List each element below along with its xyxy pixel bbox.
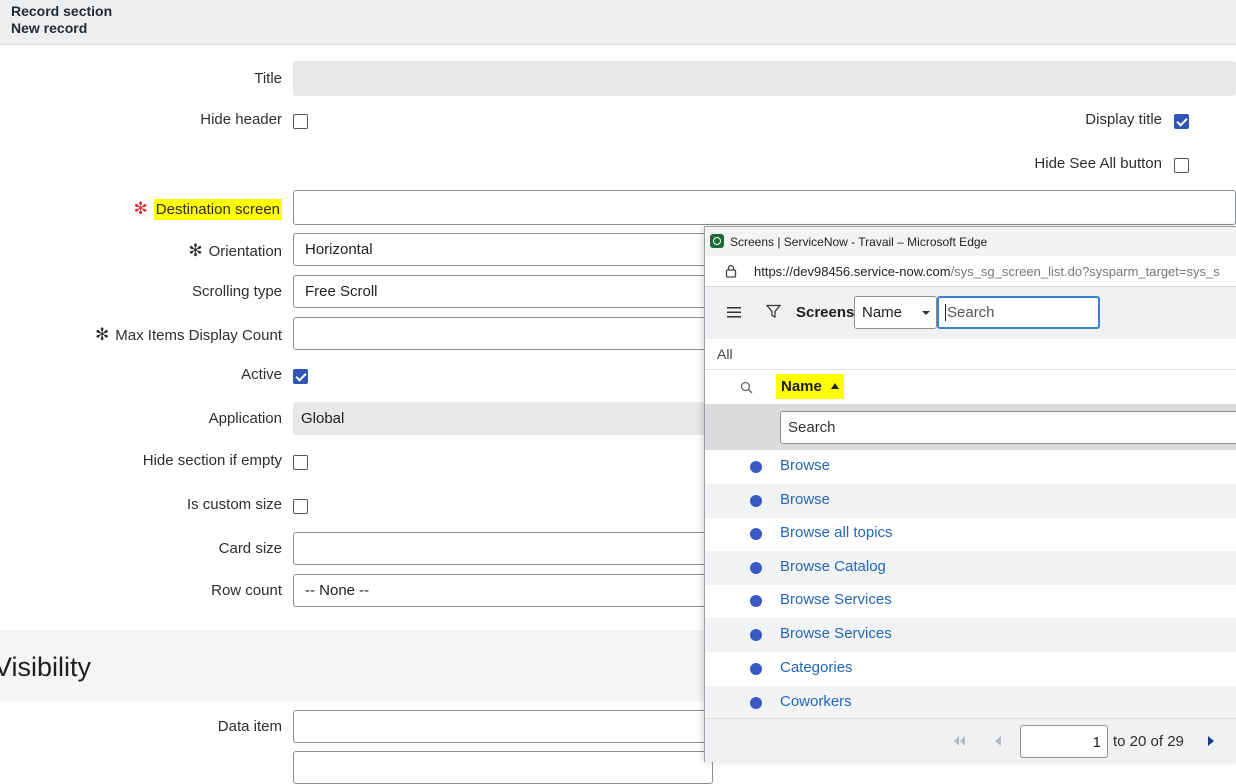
list-item: Coworkers [705, 686, 1236, 720]
hide-header-label: Hide header [200, 111, 282, 128]
display-title-checkbox[interactable] [1174, 114, 1189, 129]
breadcrumb: All [705, 339, 1236, 370]
list-item: Categories [705, 652, 1236, 686]
hide-header-checkbox[interactable] [293, 114, 308, 129]
title-label: Title [254, 70, 282, 87]
url-host: https://dev98456.service-now.com [754, 264, 951, 279]
required-icon: ✻ [133, 199, 148, 218]
breadcrumb-all[interactable]: All [717, 346, 733, 362]
column-header-row: Name [705, 370, 1236, 404]
list-item: Browse [705, 450, 1236, 484]
max-items-field[interactable] [293, 317, 713, 350]
list-item-link[interactable]: Categories [780, 659, 853, 676]
previous-page-icon[interactable] [994, 736, 1002, 746]
list-toolbar: Screens Name Search [705, 287, 1236, 339]
screens-popup-window: Screens | ServiceNow - Travail – Microso… [704, 226, 1236, 762]
url-path: /sys_sg_screen_list.do?sysparm_target=sy… [950, 264, 1220, 279]
visibility-title: Visibility [0, 652, 92, 682]
title-field[interactable] [293, 61, 1236, 96]
scrolling-type-label: Scrolling type [191, 283, 282, 300]
field-select-value: Name [862, 304, 903, 321]
pagination-footer: 1 to 20 of 29 [705, 718, 1236, 762]
list-item: Browse [705, 484, 1236, 518]
header-record-section: Record section [11, 3, 113, 19]
card-size-label: Card size [218, 540, 282, 557]
list-item: Browse Catalog [705, 551, 1236, 585]
column-search-input[interactable]: Search [780, 411, 1236, 444]
hide-empty-checkbox[interactable] [293, 455, 308, 470]
custom-size-label: Is custom size [186, 496, 282, 513]
record-dot-icon [750, 495, 762, 507]
popup-titlebar: Screens | ServiceNow - Travail – Microso… [705, 227, 1236, 256]
required-icon: ✻ [95, 325, 110, 344]
scrolling-type-select[interactable]: Free Scroll [293, 275, 713, 308]
custom-size-checkbox[interactable] [293, 499, 308, 514]
column-search-row: Search [705, 404, 1236, 450]
hide-see-all-checkbox[interactable] [1174, 158, 1189, 173]
application-field: Global [293, 402, 713, 435]
popup-url: https://dev98456.service-now.com/sys_sg_… [754, 264, 1220, 279]
chevron-down-icon [922, 311, 930, 315]
list-search-placeholder: Search [947, 304, 995, 321]
list-item-link[interactable]: Browse Services [780, 625, 892, 642]
column-name-text: Name [781, 378, 822, 395]
application-label: Application [208, 410, 282, 427]
filter-icon[interactable] [766, 304, 781, 319]
list-item-link[interactable]: Coworkers [780, 693, 852, 710]
display-title-label: Display title [1085, 111, 1162, 128]
orientation-text: Orientation [208, 243, 282, 260]
active-checkbox[interactable] [293, 369, 308, 384]
destination-screen-field[interactable] [293, 190, 1236, 225]
servicenow-app-icon [710, 234, 724, 248]
next-field[interactable] [293, 751, 713, 784]
list-item-link[interactable]: Browse all topics [780, 524, 893, 541]
row-count-label: Row count [211, 582, 282, 599]
orientation-label: ✻ Orientation [188, 241, 282, 261]
first-page-icon[interactable] [952, 736, 966, 746]
list-title: Screens [796, 304, 855, 321]
record-dot-icon [750, 528, 762, 540]
page-range-text: to 20 of 29 [1113, 733, 1184, 750]
record-dot-icon [750, 595, 762, 607]
hide-empty-label: Hide section if empty [142, 452, 282, 469]
next-page-icon[interactable] [1207, 736, 1215, 746]
hamburger-menu-icon[interactable] [727, 306, 741, 318]
card-size-field[interactable] [293, 532, 713, 565]
record-dot-icon [750, 461, 762, 473]
popup-window-title: Screens | ServiceNow - Travail – Microso… [730, 235, 988, 249]
page-number-input[interactable]: 1 [1020, 725, 1108, 758]
destination-screen-label: ✻ Destination screen [133, 199, 282, 220]
list-item-link[interactable]: Browse Catalog [780, 558, 886, 575]
search-icon[interactable] [740, 381, 753, 394]
sort-ascending-icon [831, 383, 840, 389]
max-items-text: Max Items Display Count [115, 327, 282, 344]
lock-icon [725, 264, 737, 278]
hide-see-all-label: Hide See All button [1034, 155, 1162, 172]
data-item-label: Data item [217, 718, 282, 735]
list-item-link[interactable]: Browse [780, 491, 830, 508]
record-dot-icon [750, 663, 762, 675]
form-header: Record section New record [0, 0, 1236, 45]
header-new-record: New record [11, 20, 88, 36]
list-item-link[interactable]: Browse Services [780, 591, 892, 608]
max-items-label: ✻ Max Items Display Count [95, 325, 282, 345]
row-count-select[interactable]: -- None -- [293, 574, 713, 607]
list-search-input[interactable]: Search [937, 296, 1100, 329]
column-name-header[interactable]: Name [776, 374, 845, 399]
popup-urlbar[interactable]: https://dev98456.service-now.com/sys_sg_… [705, 256, 1236, 287]
destination-screen-text: Destination screen [153, 199, 282, 220]
active-label: Active [241, 366, 282, 383]
required-icon: ✻ [188, 241, 203, 260]
list-item: Browse all topics [705, 517, 1236, 551]
field-select[interactable]: Name [854, 296, 937, 329]
list-item: Browse Services [705, 584, 1236, 618]
orientation-select[interactable]: Horizontal [293, 233, 713, 266]
data-item-field[interactable] [293, 710, 713, 743]
list-item: Browse Services [705, 618, 1236, 652]
list-item-link[interactable]: Browse [780, 457, 830, 474]
record-dot-icon [750, 697, 762, 709]
record-dot-icon [750, 629, 762, 641]
record-dot-icon [750, 562, 762, 574]
